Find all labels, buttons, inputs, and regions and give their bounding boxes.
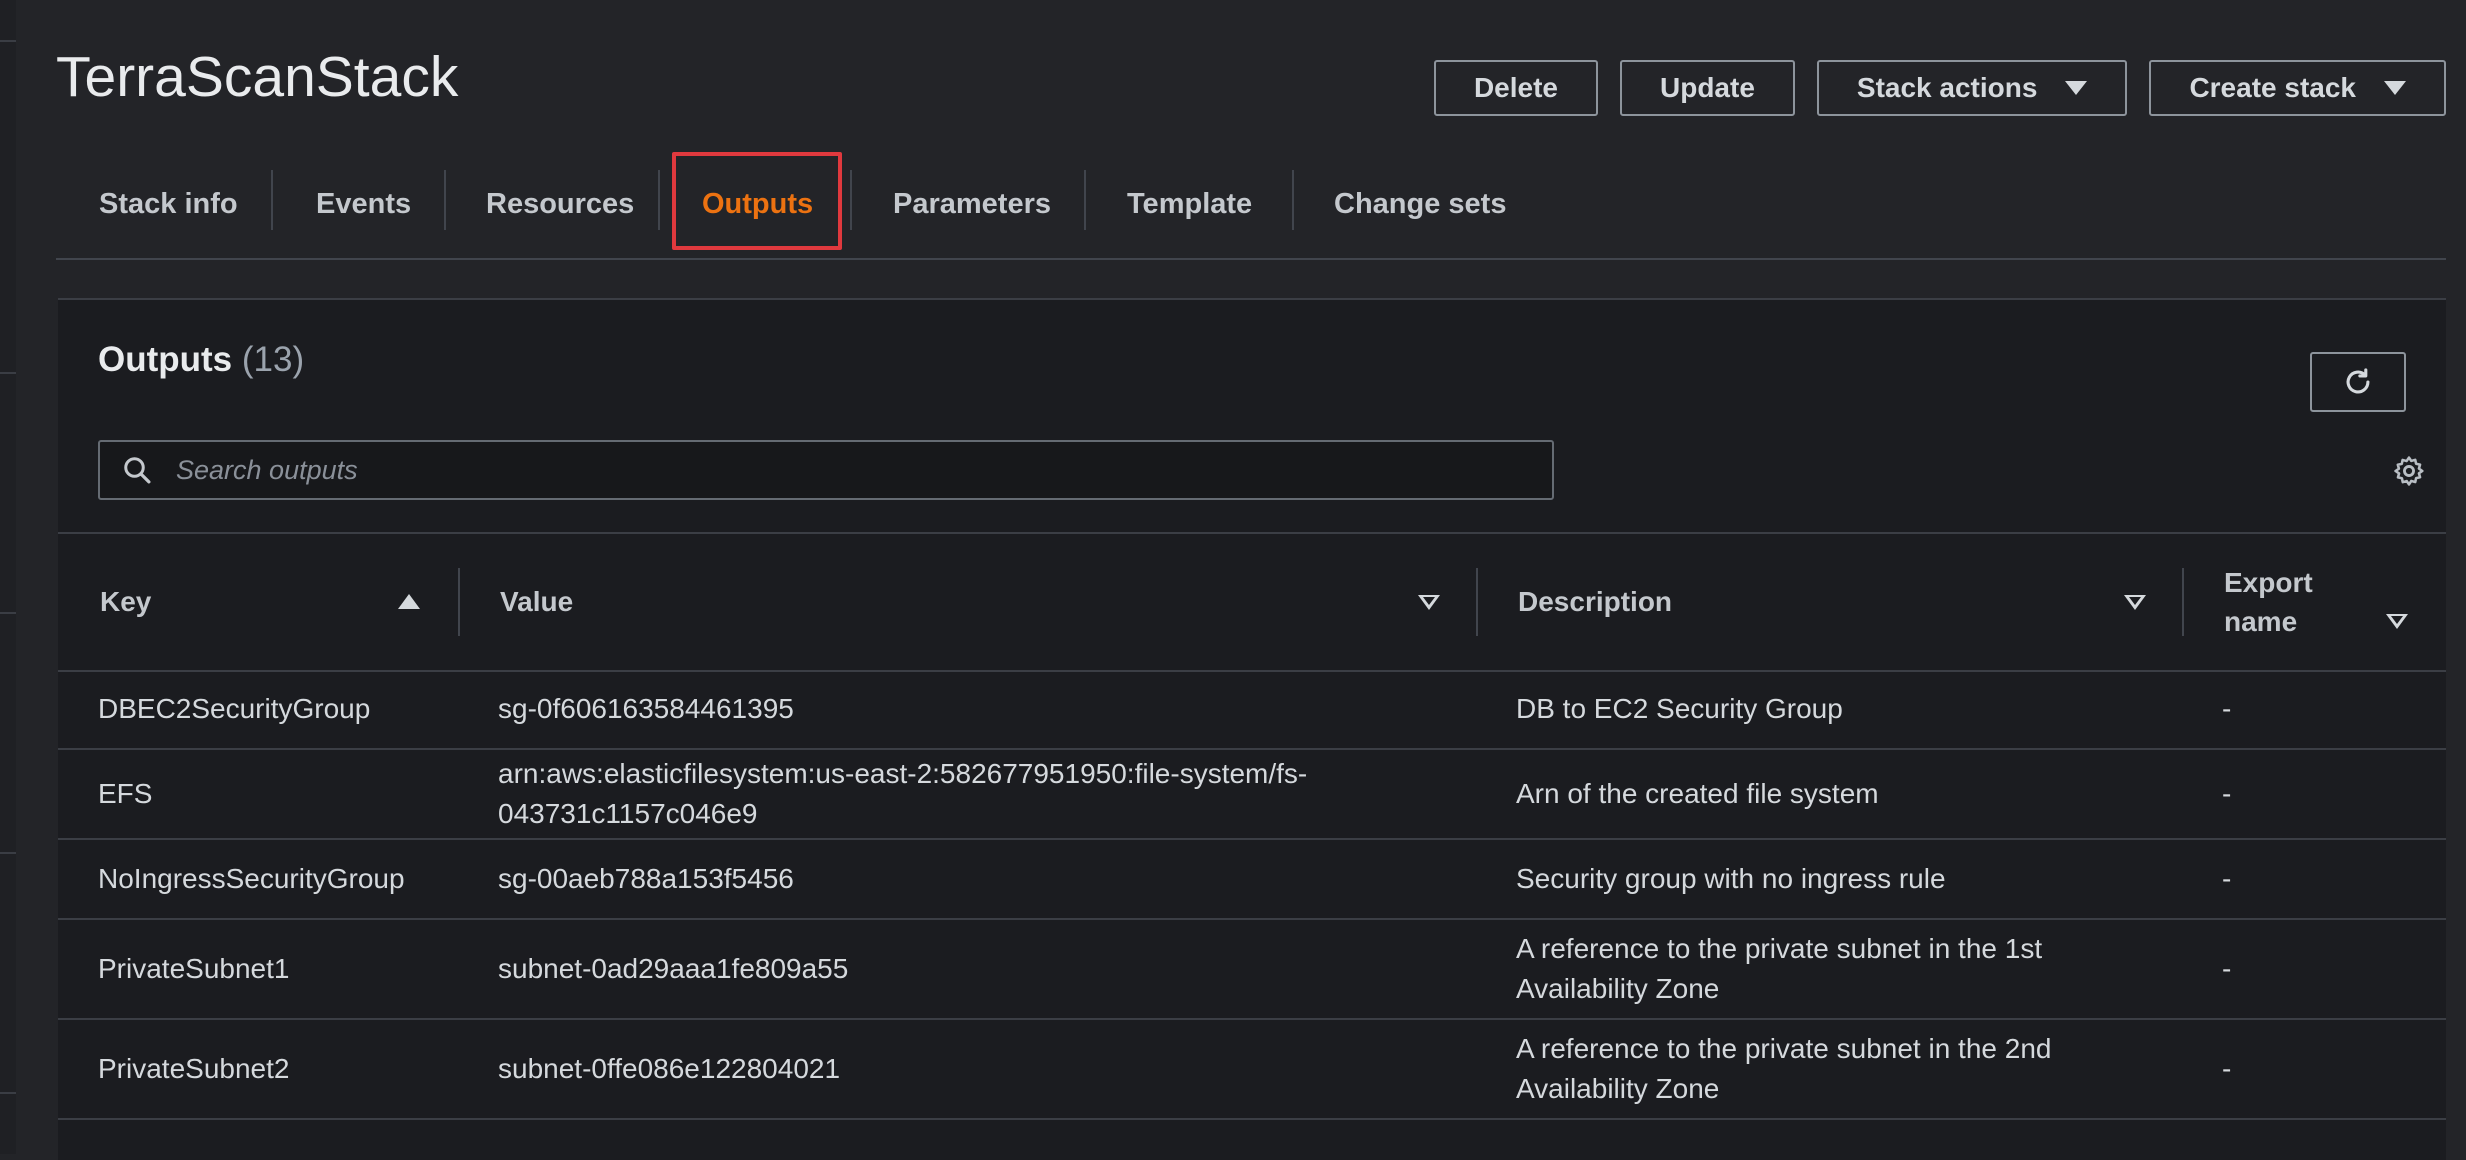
- column-divider: [458, 568, 460, 636]
- output-description-line2: Availability Zone: [1516, 1073, 1720, 1104]
- search-icon: [122, 455, 152, 485]
- tab-resources[interactable]: Resources: [486, 152, 634, 256]
- create-stack-dropdown[interactable]: Create stack: [2149, 60, 2446, 116]
- table-row: PrivateSubnet2 subnet-0ffe086e122804021 …: [58, 1020, 2446, 1120]
- output-value: subnet-0ffe086e122804021: [498, 1053, 841, 1084]
- tab-events[interactable]: Events: [316, 152, 411, 256]
- create-stack-label: Create stack: [2189, 72, 2356, 103]
- active-tab-highlight: [672, 152, 842, 250]
- output-export-name: -: [2222, 778, 2232, 809]
- output-value: arn:aws:elasticfilesystem:us-east-2:5826…: [498, 750, 1307, 838]
- sort-toggle-icon[interactable]: [1418, 595, 1440, 610]
- tab-stack-info[interactable]: Stack info: [99, 152, 238, 256]
- outputs-heading: Outputs (13): [98, 340, 304, 380]
- left-sidebar-edge: [0, 0, 16, 1154]
- sort-toggle-icon[interactable]: [2124, 595, 2146, 610]
- delete-button-label: Delete: [1473, 72, 1558, 103]
- export-name-line2: name: [2224, 606, 2298, 637]
- column-header-value[interactable]: Value: [500, 534, 573, 670]
- output-key: PrivateSubnet2: [98, 1053, 290, 1084]
- output-description: Security group with no ingress rule: [1516, 863, 1946, 894]
- caret-down-icon: [2065, 81, 2088, 95]
- tab-divider: [1292, 170, 1294, 230]
- outputs-count: (13): [241, 340, 305, 379]
- delete-button[interactable]: Delete: [1433, 60, 1598, 116]
- tab-divider: [444, 170, 446, 230]
- settings-gear-icon[interactable]: [2392, 454, 2426, 493]
- column-header-export-name[interactable]: Export name: [2224, 534, 2313, 670]
- stack-tabs: Stack info Events Resources Outputs Para…: [56, 152, 2446, 260]
- output-value: sg-0f606163584461395: [498, 670, 794, 748]
- output-description: Arn of the created file system: [1516, 778, 1879, 809]
- output-description-line1: A reference to the private subnet in the…: [1516, 933, 2043, 964]
- output-key: PrivateSubnet1: [98, 953, 290, 984]
- update-button-label: Update: [1660, 72, 1755, 103]
- tab-change-sets[interactable]: Change sets: [1334, 152, 1506, 256]
- stack-action-buttons: Delete Update Stack actions Create stack: [1433, 60, 2446, 116]
- refresh-icon: [2346, 368, 2370, 394]
- page-title: TerraScanStack: [56, 45, 459, 109]
- table-row: PrivateSubnet1 subnet-0ad29aaa1fe809a55 …: [58, 920, 2446, 1020]
- update-button[interactable]: Update: [1620, 60, 1795, 116]
- output-description-line2: Availability Zone: [1516, 973, 1720, 1004]
- output-value-text: sg-0f606163584461395: [498, 693, 794, 724]
- output-value: sg-00aeb788a153f5456: [498, 863, 794, 894]
- output-key: EFS: [98, 778, 153, 809]
- refresh-button[interactable]: [2310, 352, 2406, 412]
- output-value: subnet-0ad29aaa1fe809a55: [498, 953, 849, 984]
- tab-divider: [271, 170, 273, 230]
- output-export-name: -: [2222, 863, 2232, 894]
- tab-template[interactable]: Template: [1127, 152, 1252, 256]
- sidebar-divider: [0, 612, 16, 614]
- table-row: DBEC2SecurityGroup sg-0f606163584461395 …: [58, 670, 2446, 750]
- output-description: DB to EC2 Security Group: [1516, 693, 1843, 724]
- sort-ascending-icon[interactable]: [398, 594, 420, 609]
- sidebar-divider: [0, 40, 16, 42]
- table-row: EFS arn:aws:elasticfilesystem:us-east-2:…: [58, 750, 2446, 840]
- output-description: A reference to the private subnet in the…: [1516, 1020, 2051, 1118]
- outputs-heading-label: Outputs: [98, 340, 233, 379]
- tab-divider: [658, 170, 660, 230]
- stack-actions-label: Stack actions: [1856, 72, 2038, 103]
- outputs-panel: Outputs (13) Key Value Description: [58, 298, 2446, 1160]
- output-export-name: -: [2222, 693, 2232, 724]
- search-outputs-input[interactable]: [174, 453, 1478, 487]
- output-export-name: -: [2222, 1053, 2232, 1084]
- sidebar-divider: [0, 852, 16, 854]
- sidebar-divider: [0, 372, 16, 374]
- caret-down-icon: [2384, 81, 2406, 95]
- output-value-line2: 043731c1157c046e9: [498, 798, 758, 829]
- column-header-key[interactable]: Key: [100, 534, 151, 670]
- output-export-name: -: [2222, 953, 2232, 984]
- tab-divider: [850, 170, 852, 230]
- export-name-line1: Export: [2224, 567, 2313, 598]
- tab-parameters[interactable]: Parameters: [893, 152, 1051, 256]
- table-row: NoIngressSecurityGroup sg-00aeb788a153f5…: [58, 840, 2446, 920]
- tab-divider: [1084, 170, 1086, 230]
- column-divider: [2182, 568, 2184, 636]
- column-divider: [1476, 568, 1478, 636]
- column-header-description[interactable]: Description: [1518, 534, 1672, 670]
- output-key: NoIngressSecurityGroup: [98, 863, 405, 894]
- output-description: A reference to the private subnet in the…: [1516, 920, 2042, 1018]
- sort-toggle-icon[interactable]: [2386, 614, 2408, 629]
- sidebar-divider: [0, 1092, 16, 1094]
- output-description-line1: A reference to the private subnet in the…: [1516, 1033, 2052, 1064]
- search-box: [98, 440, 1554, 500]
- stack-actions-dropdown[interactable]: Stack actions: [1816, 60, 2128, 116]
- table-header: Key Value Description Export name: [58, 532, 2446, 672]
- output-value-line1: arn:aws:elasticfilesystem:us-east-2:5826…: [498, 758, 1308, 789]
- output-key: DBEC2SecurityGroup: [98, 693, 371, 724]
